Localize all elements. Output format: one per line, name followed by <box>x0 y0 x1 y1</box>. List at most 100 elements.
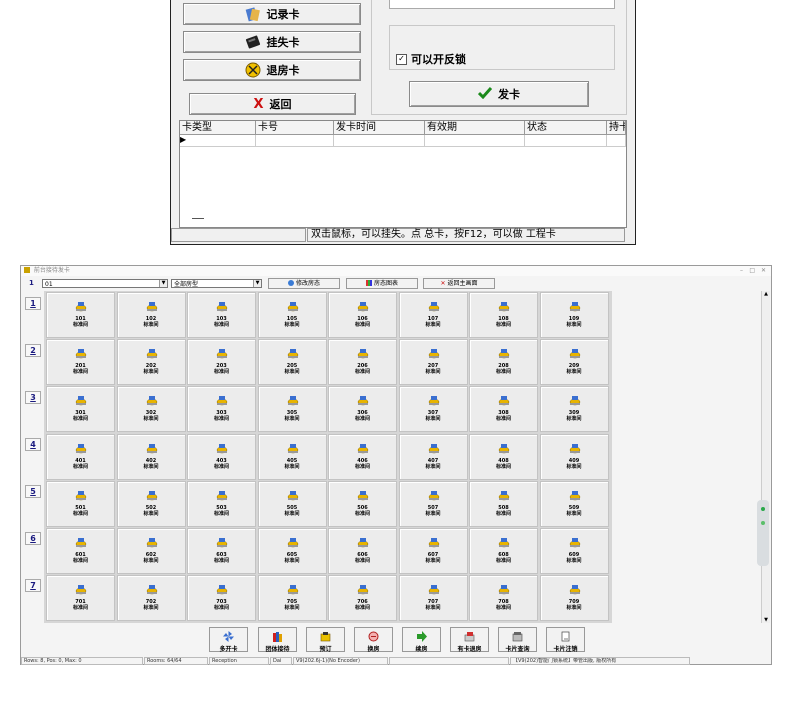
room-cell[interactable]: 406 标准间 <box>328 433 397 480</box>
room-status-report-button[interactable]: 房态图表 <box>346 278 418 289</box>
room-cell[interactable]: 307 标准间 <box>398 386 468 433</box>
change-room-button[interactable]: 换房 <box>354 627 393 653</box>
room-cell[interactable]: 205 标准间 <box>257 339 327 386</box>
room-cell[interactable]: 707 标准间 <box>398 575 468 622</box>
col-card-type[interactable]: 卡类型 <box>180 121 256 134</box>
checkout-card-button[interactable]: 退房卡 <box>183 59 361 81</box>
room-cell[interactable]: 201 标准间 <box>46 339 115 386</box>
room-cell[interactable]: 302 标准间 <box>116 386 186 433</box>
room-cell[interactable]: 505 标准间 <box>257 480 327 527</box>
lock-override-checkbox[interactable]: ✓ 可以开反锁 <box>396 51 466 67</box>
side-float-toolbar[interactable] <box>757 500 769 566</box>
room-cell[interactable]: 702 标准间 <box>116 575 186 622</box>
room-cell[interactable]: 601 标准间 <box>46 528 115 574</box>
card-cancel-button[interactable]: 卡片注销 <box>546 627 585 653</box>
room-cell[interactable]: 202 标准间 <box>116 339 186 386</box>
group-reception-button[interactable]: 团体接待 <box>258 627 297 653</box>
extend-stay-button[interactable]: 续房 <box>402 627 441 653</box>
col-holder[interactable]: 持卡 <box>607 121 626 134</box>
multi-card-button[interactable]: 多开卡 <box>209 627 248 653</box>
col-issue-time[interactable]: 发卡时间 <box>334 121 425 134</box>
back-button[interactable]: X 返回 <box>189 93 356 115</box>
minimize-icon[interactable]: – <box>740 266 743 276</box>
floor-tab-6[interactable]: 6 <box>25 532 41 545</box>
room-cell[interactable]: 409 标准间 <box>539 433 609 480</box>
scroll-up-icon[interactable]: ▲ <box>762 291 770 297</box>
room-cell[interactable]: 605 标准间 <box>257 528 327 574</box>
room-cell[interactable]: 107 标准间 <box>398 292 468 338</box>
room-cell[interactable]: 103 标准间 <box>187 292 256 338</box>
room-cell[interactable]: 402 标准间 <box>116 433 186 480</box>
room-cell[interactable]: 703 标准间 <box>187 575 256 622</box>
edit-room-status-button[interactable]: 修改房态 <box>268 278 340 289</box>
room-cell[interactable]: 608 标准间 <box>469 528 538 574</box>
room-cell[interactable]: 207 标准间 <box>398 339 468 386</box>
room-cell[interactable]: 203 标准间 <box>187 339 256 386</box>
table-row[interactable]: ▶ <box>180 135 626 147</box>
room-cell[interactable]: 501 标准间 <box>46 480 115 527</box>
room-cell[interactable]: 401 标准间 <box>46 433 115 480</box>
room-cell[interactable]: 503 标准间 <box>187 480 256 527</box>
room-cell[interactable]: 408 标准间 <box>469 433 538 480</box>
room-cell[interactable]: 102 标准间 <box>116 292 186 338</box>
floor-tab-7[interactable]: 7 <box>25 579 41 592</box>
room-cell[interactable]: 308 标准间 <box>469 386 538 433</box>
room-cell[interactable]: 509 标准间 <box>539 480 609 527</box>
room-cell[interactable]: 105 标准间 <box>257 292 327 338</box>
floor-tab-5[interactable]: 5 <box>25 485 41 498</box>
col-status[interactable]: 状态 <box>525 121 607 134</box>
room-cell[interactable]: 609 标准间 <box>539 528 609 574</box>
room-cell[interactable]: 708 标准间 <box>469 575 538 622</box>
room-cell[interactable]: 701 标准间 <box>46 575 115 622</box>
col-valid-until[interactable]: 有效期 <box>425 121 525 134</box>
chevron-down-icon[interactable]: ▼ <box>253 280 261 287</box>
floor-tab-2[interactable]: 2 <box>25 344 41 357</box>
top-text-field[interactable] <box>389 0 615 9</box>
col-card-no[interactable]: 卡号 <box>256 121 334 134</box>
maximize-icon[interactable]: □ <box>749 266 755 276</box>
room-cell[interactable]: 502 标准间 <box>116 480 186 527</box>
issue-card-button[interactable]: 发卡 <box>409 81 589 107</box>
room-cell[interactable]: 306 标准间 <box>328 386 397 433</box>
record-card-button[interactable]: 记录卡 <box>183 3 361 25</box>
room-cell[interactable]: 208 标准间 <box>469 339 538 386</box>
room-cell[interactable]: 706 标准间 <box>328 575 397 622</box>
floor-tab-1[interactable]: 1 <box>25 297 41 310</box>
room-cell[interactable]: 709 标准间 <box>539 575 609 622</box>
building-select[interactable]: 01 ▼ <box>42 279 168 288</box>
grid-hscroll-stub[interactable] <box>192 218 204 219</box>
room-cell[interactable]: 506 标准间 <box>328 480 397 527</box>
close-icon[interactable]: ✕ <box>761 266 766 276</box>
room-cell[interactable]: 508 标准间 <box>469 480 538 527</box>
room-cell[interactable]: 603 标准间 <box>187 528 256 574</box>
back-to-main-button[interactable]: ✕ 返回主画面 <box>423 278 495 289</box>
room-cell[interactable]: 407 标准间 <box>398 433 468 480</box>
room-cell[interactable]: 602 标准间 <box>116 528 186 574</box>
room-cell[interactable]: 607 标准间 <box>398 528 468 574</box>
room-cell[interactable]: 705 标准间 <box>257 575 327 622</box>
checkout-with-card-button[interactable]: 有卡退房 <box>450 627 489 653</box>
floor-tab-4[interactable]: 4 <box>25 438 41 451</box>
scroll-down-icon[interactable]: ▼ <box>762 617 770 623</box>
room-cell[interactable]: 305 标准间 <box>257 386 327 433</box>
room-cell[interactable]: 109 标准间 <box>539 292 609 338</box>
card-query-button[interactable]: 卡片查询 <box>498 627 537 653</box>
room-cell[interactable]: 309 标准间 <box>539 386 609 433</box>
room-cell[interactable]: 108 标准间 <box>469 292 538 338</box>
room-type-select[interactable]: 全部房型 ▼ <box>171 279 262 288</box>
room-cell[interactable]: 101 标准间 <box>46 292 115 338</box>
room-cell[interactable]: 606 标准间 <box>328 528 397 574</box>
room-cell[interactable]: 209 标准间 <box>539 339 609 386</box>
report-loss-card-button[interactable]: 挂失卡 <box>183 31 361 53</box>
room-cell[interactable]: 303 标准间 <box>187 386 256 433</box>
room-cell[interactable]: 507 标准间 <box>398 480 468 527</box>
chevron-down-icon[interactable]: ▼ <box>159 280 167 287</box>
room-cell[interactable]: 106 标准间 <box>328 292 397 338</box>
room-cell[interactable]: 301 标准间 <box>46 386 115 433</box>
vertical-scrollbar[interactable]: ▲ ▼ <box>761 291 770 623</box>
checkbox-box[interactable]: ✓ <box>396 53 407 65</box>
reservation-button[interactable]: 预订 <box>306 627 345 653</box>
room-cell[interactable]: 405 标准间 <box>257 433 327 480</box>
card-list-grid[interactable]: 卡类型 卡号 发卡时间 有效期 状态 持卡 ▶ <box>179 120 627 228</box>
floor-tab-3[interactable]: 3 <box>25 391 41 404</box>
